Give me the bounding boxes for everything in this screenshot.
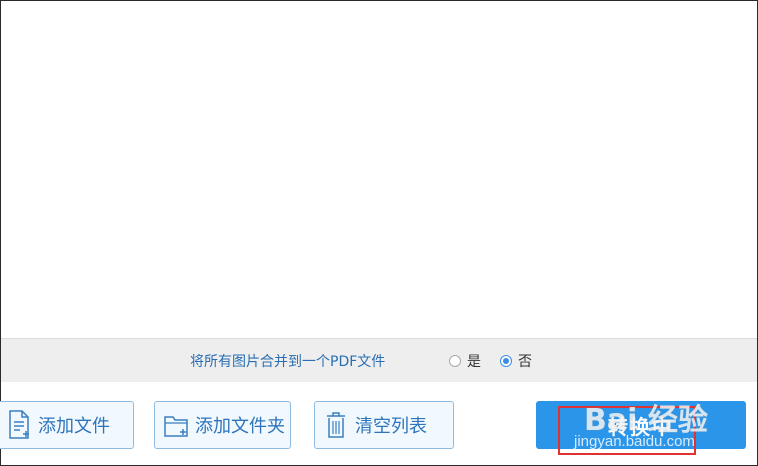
add-folder-icon <box>164 416 188 437</box>
convert-button-label: 转换中 <box>608 414 674 439</box>
trash-icon <box>327 412 345 438</box>
merge-no-label: 否 <box>518 354 532 370</box>
add-file-button[interactable]: 添加文件 <box>0 401 134 449</box>
add-folder-label: 添加文件夹 <box>195 416 285 437</box>
bottom-toolbar: 添加文件 添加文件夹 清空列表 转换中 <box>0 382 757 465</box>
file-list-area[interactable] <box>1 1 757 338</box>
add-file-label: 添加文件 <box>38 416 110 437</box>
convert-button[interactable]: 转换中 <box>536 401 746 449</box>
clear-list-label: 清空列表 <box>355 416 427 437</box>
merge-no-radio[interactable] <box>500 355 512 367</box>
merge-option-bar: 将所有图片合并到一个PDF文件 是 否 <box>1 338 757 382</box>
merge-yes-option[interactable]: 是 <box>449 351 481 371</box>
add-folder-button[interactable]: 添加文件夹 <box>154 401 291 449</box>
merge-option-label: 将所有图片合并到一个PDF文件 <box>190 354 386 370</box>
merge-no-option[interactable]: 否 <box>500 351 532 371</box>
merge-yes-label: 是 <box>467 354 481 370</box>
clear-list-button[interactable]: 清空列表 <box>314 401 454 449</box>
app-window: 将所有图片合并到一个PDF文件 是 否 添加文件 添加文件夹 清空列表 转换中 <box>0 0 758 466</box>
add-file-icon <box>9 410 29 439</box>
merge-yes-radio[interactable] <box>449 355 461 367</box>
